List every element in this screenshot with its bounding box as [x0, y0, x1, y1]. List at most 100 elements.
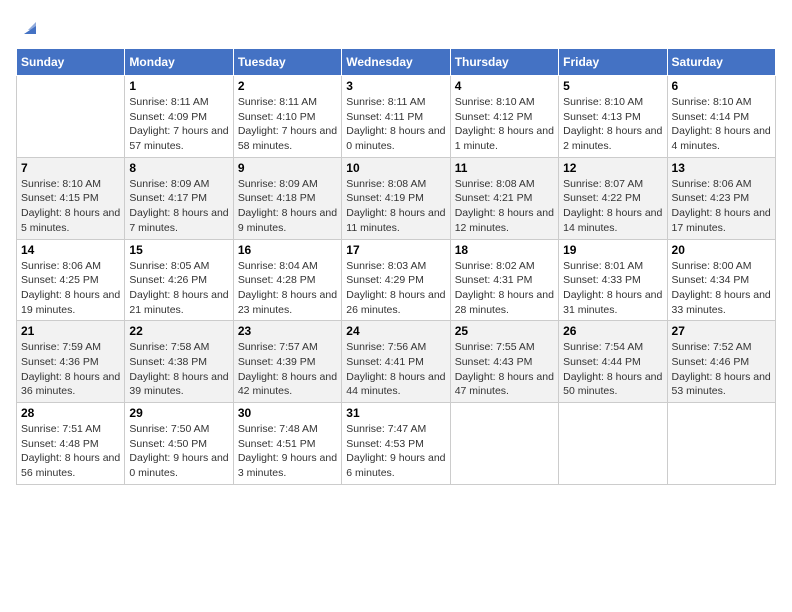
calendar-cell: 24 Sunrise: 7:56 AMSunset: 4:41 PMDayligh… — [342, 321, 450, 403]
day-info: Sunrise: 8:10 AMSunset: 4:13 PMDaylight:… — [563, 95, 662, 154]
day-number: 5 — [563, 79, 662, 93]
day-info: Sunrise: 7:47 AMSunset: 4:53 PMDaylight:… — [346, 422, 445, 481]
calendar-cell: 29Sunrise: 7:50 AMSunset: 4:50 PMDayligh… — [125, 403, 233, 485]
week-row-2: 7Sunrise: 8:10 AMSunset: 4:15 PMDaylight… — [17, 157, 776, 239]
day-info: Sunrise: 8:07 AMSunset: 4:22 PMDaylight:… — [563, 177, 662, 236]
calendar-cell: 4 Sunrise: 8:10 AMSunset: 4:12 PMDaylight… — [450, 76, 558, 158]
day-number: 13 — [672, 161, 771, 175]
calendar-cell — [17, 76, 125, 158]
calendar-cell: 7Sunrise: 8:10 AMSunset: 4:15 PMDaylight… — [17, 157, 125, 239]
day-number: 6 — [672, 79, 771, 93]
day-number: 31 — [346, 406, 445, 420]
week-row-5: 28 Sunrise: 7:51 AMSunset: 4:48 PMDayligh… — [17, 403, 776, 485]
week-row-3: 14Sunrise: 8:06 AMSunset: 4:25 PMDayligh… — [17, 239, 776, 321]
day-info: Sunrise: 8:00 AMSunset: 4:34 PMDaylight:… — [672, 259, 771, 318]
day-info: Sunrise: 8:04 AMSunset: 4:28 PMDaylight:… — [238, 259, 337, 318]
day-number: 24 — [346, 324, 445, 338]
calendar-cell: 16 Sunrise: 8:04 AMSunset: 4:28 PMDayligh… — [233, 239, 341, 321]
day-number: 25 — [455, 324, 554, 338]
calendar-cell: 21 Sunrise: 7:59 AMSunset: 4:36 PMDayligh… — [17, 321, 125, 403]
calendar-cell — [450, 403, 558, 485]
calendar-cell: 13 Sunrise: 8:06 AMSunset: 4:23 PMDayligh… — [667, 157, 775, 239]
day-info: Sunrise: 7:59 AMSunset: 4:36 PMDaylight:… — [21, 340, 120, 399]
day-info: Sunrise: 8:10 AMSunset: 4:14 PMDaylight:… — [672, 95, 771, 154]
day-number: 3 — [346, 79, 445, 93]
calendar-cell: 25Sunrise: 7:55 AMSunset: 4:43 PMDayligh… — [450, 321, 558, 403]
calendar-cell — [559, 403, 667, 485]
day-number: 14 — [21, 243, 120, 257]
calendar-cell: 31 Sunrise: 7:47 AMSunset: 4:53 PMDayligh… — [342, 403, 450, 485]
day-number: 1 — [129, 79, 228, 93]
calendar-cell: 17 Sunrise: 8:03 AMSunset: 4:29 PMDayligh… — [342, 239, 450, 321]
calendar-cell: 22 Sunrise: 7:58 AMSunset: 4:38 PMDayligh… — [125, 321, 233, 403]
column-header-friday: Friday — [559, 49, 667, 76]
day-info: Sunrise: 7:54 AMSunset: 4:44 PMDaylight:… — [563, 340, 662, 399]
day-info: Sunrise: 7:58 AMSunset: 4:38 PMDaylight:… — [129, 340, 228, 399]
calendar-cell: 26 Sunrise: 7:54 AMSunset: 4:44 PMDayligh… — [559, 321, 667, 403]
calendar-cell: 20 Sunrise: 8:00 AMSunset: 4:34 PMDayligh… — [667, 239, 775, 321]
day-number: 20 — [672, 243, 771, 257]
calendar-cell: 8 Sunrise: 8:09 AMSunset: 4:17 PMDaylight… — [125, 157, 233, 239]
column-header-saturday: Saturday — [667, 49, 775, 76]
day-number: 9 — [238, 161, 337, 175]
day-info: Sunrise: 8:10 AMSunset: 4:15 PMDaylight:… — [21, 177, 120, 236]
week-row-1: 1 Sunrise: 8:11 AMSunset: 4:09 PMDaylight… — [17, 76, 776, 158]
column-header-wednesday: Wednesday — [342, 49, 450, 76]
day-info: Sunrise: 8:02 AMSunset: 4:31 PMDaylight:… — [455, 259, 554, 318]
day-number: 15 — [129, 243, 228, 257]
day-info: Sunrise: 8:09 AMSunset: 4:17 PMDaylight:… — [129, 177, 228, 236]
calendar-cell: 12 Sunrise: 8:07 AMSunset: 4:22 PMDayligh… — [559, 157, 667, 239]
day-number: 4 — [455, 79, 554, 93]
calendar-cell: 27 Sunrise: 7:52 AMSunset: 4:46 PMDayligh… — [667, 321, 775, 403]
day-number: 17 — [346, 243, 445, 257]
day-number: 28 — [21, 406, 120, 420]
calendar-cell: 19Sunrise: 8:01 AMSunset: 4:33 PMDayligh… — [559, 239, 667, 321]
column-header-tuesday: Tuesday — [233, 49, 341, 76]
day-number: 26 — [563, 324, 662, 338]
calendar-cell: 30 Sunrise: 7:48 AMSunset: 4:51 PMDayligh… — [233, 403, 341, 485]
day-number: 10 — [346, 161, 445, 175]
day-number: 18 — [455, 243, 554, 257]
logo-icon — [18, 16, 42, 40]
calendar-header-row: SundayMondayTuesdayWednesdayThursdayFrid… — [17, 49, 776, 76]
day-info: Sunrise: 8:08 AMSunset: 4:21 PMDaylight:… — [455, 177, 554, 236]
calendar-table: SundayMondayTuesdayWednesdayThursdayFrid… — [16, 48, 776, 485]
day-number: 19 — [563, 243, 662, 257]
calendar-cell: 6 Sunrise: 8:10 AMSunset: 4:14 PMDaylight… — [667, 76, 775, 158]
day-info: Sunrise: 7:52 AMSunset: 4:46 PMDaylight:… — [672, 340, 771, 399]
day-info: Sunrise: 8:05 AMSunset: 4:26 PMDaylight:… — [129, 259, 228, 318]
calendar-cell — [667, 403, 775, 485]
day-info: Sunrise: 7:51 AMSunset: 4:48 PMDaylight:… — [21, 422, 120, 481]
calendar-cell: 9 Sunrise: 8:09 AMSunset: 4:18 PMDaylight… — [233, 157, 341, 239]
calendar-cell: 5 Sunrise: 8:10 AMSunset: 4:13 PMDaylight… — [559, 76, 667, 158]
day-number: 8 — [129, 161, 228, 175]
column-header-thursday: Thursday — [450, 49, 558, 76]
day-info: Sunrise: 8:08 AMSunset: 4:19 PMDaylight:… — [346, 177, 445, 236]
day-info: Sunrise: 8:09 AMSunset: 4:18 PMDaylight:… — [238, 177, 337, 236]
calendar-cell: 10 Sunrise: 8:08 AMSunset: 4:19 PMDayligh… — [342, 157, 450, 239]
week-row-4: 21 Sunrise: 7:59 AMSunset: 4:36 PMDayligh… — [17, 321, 776, 403]
day-info: Sunrise: 8:10 AMSunset: 4:12 PMDaylight:… — [455, 95, 554, 154]
day-info: Sunrise: 8:06 AMSunset: 4:23 PMDaylight:… — [672, 177, 771, 236]
calendar-cell: 23Sunrise: 7:57 AMSunset: 4:39 PMDayligh… — [233, 321, 341, 403]
calendar-cell: 18 Sunrise: 8:02 AMSunset: 4:31 PMDayligh… — [450, 239, 558, 321]
day-info: Sunrise: 7:56 AMSunset: 4:41 PMDaylight:… — [346, 340, 445, 399]
logo — [16, 16, 42, 40]
day-number: 30 — [238, 406, 337, 420]
day-number: 16 — [238, 243, 337, 257]
calendar-cell: 28 Sunrise: 7:51 AMSunset: 4:48 PMDayligh… — [17, 403, 125, 485]
day-number: 21 — [21, 324, 120, 338]
calendar-cell: 11Sunrise: 8:08 AMSunset: 4:21 PMDayligh… — [450, 157, 558, 239]
day-info: Sunrise: 8:11 AMSunset: 4:09 PMDaylight:… — [129, 95, 228, 154]
calendar-cell: 1 Sunrise: 8:11 AMSunset: 4:09 PMDaylight… — [125, 76, 233, 158]
day-number: 12 — [563, 161, 662, 175]
calendar-cell: 14Sunrise: 8:06 AMSunset: 4:25 PMDayligh… — [17, 239, 125, 321]
day-info: Sunrise: 7:48 AMSunset: 4:51 PMDaylight:… — [238, 422, 337, 481]
day-number: 27 — [672, 324, 771, 338]
header — [16, 16, 776, 40]
day-number: 22 — [129, 324, 228, 338]
calendar-cell: 2Sunrise: 8:11 AMSunset: 4:10 PMDaylight… — [233, 76, 341, 158]
day-info: Sunrise: 8:03 AMSunset: 4:29 PMDaylight:… — [346, 259, 445, 318]
calendar-cell: 15 Sunrise: 8:05 AMSunset: 4:26 PMDayligh… — [125, 239, 233, 321]
day-info: Sunrise: 7:50 AMSunset: 4:50 PMDaylight:… — [129, 422, 228, 481]
